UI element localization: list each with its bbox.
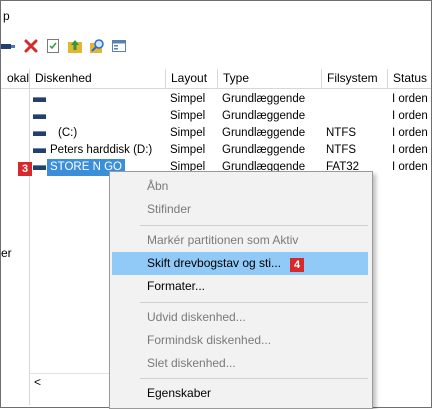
view-icon[interactable] xyxy=(111,38,127,54)
left-panel: okal er xyxy=(1,69,30,405)
menu-separator xyxy=(140,378,368,379)
connect-icon[interactable] xyxy=(1,38,17,54)
disk-icon xyxy=(33,114,46,119)
disk-icon xyxy=(33,148,46,153)
table-row[interactable]: Simpel Grundlæggende I orden xyxy=(30,91,431,108)
toolbar xyxy=(1,35,431,57)
menu-item-label: Markér partitionen som Aktiv xyxy=(147,233,299,247)
cell-status: I orden xyxy=(392,110,428,122)
menu-item-extend[interactable]: Udvid diskenhed... xyxy=(110,306,372,329)
menu-item-label: Skift drevbogstav og sti... xyxy=(147,256,282,270)
rescan-icon[interactable] xyxy=(89,38,105,54)
column-header-filsystem[interactable]: Filsystem xyxy=(322,69,388,88)
menu-item-label: Formater... xyxy=(147,279,206,293)
column-header-status[interactable]: Status xyxy=(388,69,431,88)
cell-type: Grundlæggende xyxy=(222,110,306,122)
cell-status: I orden xyxy=(392,144,428,156)
column-header-type[interactable]: Type xyxy=(218,69,322,88)
column-header-layout[interactable]: Layout xyxy=(166,69,218,88)
column-header-diskenhed[interactable]: Diskenhed xyxy=(30,69,166,88)
context-menu: Åbn Stifinder Markér partitionen som Akt… xyxy=(109,171,373,409)
cell-layout: Simpel xyxy=(170,144,206,156)
table-row[interactable]: Peters harddisk (D:) Simpel Grundlæggend… xyxy=(30,142,431,159)
menu-item-label: Egenskaber xyxy=(147,386,212,400)
cell-status: I orden xyxy=(392,127,428,139)
properties-icon[interactable] xyxy=(45,38,61,54)
menu-separator xyxy=(140,225,368,226)
menu-item-label: Åbn xyxy=(147,179,169,193)
menu-item-label: Slet diskenhed... xyxy=(147,356,236,370)
cell-fs: NTFS xyxy=(326,127,357,139)
menu-item-mark-active[interactable]: Markér partitionen som Aktiv xyxy=(110,229,372,252)
window-frame: p okal er Diskenhed Layout Type Filsyste… xyxy=(0,0,432,409)
menu-item-label: Stifinder xyxy=(147,202,192,216)
help-icon[interactable] xyxy=(67,38,83,54)
menu-fragment[interactable]: p xyxy=(3,9,10,23)
menu-item-change-drive-letter[interactable]: Skift drevbogstav og sti... xyxy=(112,252,368,275)
cell-layout: Simpel xyxy=(170,110,206,122)
menu-item-delete[interactable]: Slet diskenhed... xyxy=(110,352,372,375)
menu-item-label: Formindsk diskenhed... xyxy=(147,333,272,347)
delete-icon[interactable] xyxy=(23,38,39,54)
disk-icon xyxy=(33,165,46,170)
step-badge-4: 4 xyxy=(290,258,304,272)
left-panel-text: er xyxy=(1,246,12,260)
menu-item-format[interactable]: Formater... xyxy=(110,275,372,298)
table-row[interactable]: Simpel Grundlæggende I orden xyxy=(30,108,431,125)
table-header: Diskenhed Layout Type Filsystem Status xyxy=(30,69,431,89)
horizontal-scrollbar[interactable]: < xyxy=(30,373,110,391)
cell-layout: Simpel xyxy=(170,93,206,105)
cell-type: Grundlæggende xyxy=(222,144,306,156)
disk-icon xyxy=(33,131,46,136)
cell-name: Peters harddisk (D:) xyxy=(50,144,153,156)
scroll-left-icon[interactable]: < xyxy=(34,374,41,391)
table-row[interactable]: (C:) Simpel Grundlæggende NTFS I orden xyxy=(30,125,431,142)
menu-separator xyxy=(140,302,368,303)
cell-type: Grundlæggende xyxy=(222,127,306,139)
cell-name: (C:) xyxy=(58,127,78,139)
disk-icon xyxy=(33,97,46,102)
menu-item-properties[interactable]: Egenskaber xyxy=(110,382,372,405)
cell-type: Grundlæggende xyxy=(222,93,306,105)
cell-fs: NTFS xyxy=(326,144,357,156)
menu-item-open[interactable]: Åbn xyxy=(110,175,372,198)
cell-status: I orden xyxy=(392,93,428,105)
menu-item-label: Udvid diskenhed... xyxy=(147,310,246,324)
left-panel-header[interactable]: okal xyxy=(1,69,29,89)
step-badge-3: 3 xyxy=(18,162,32,176)
cell-layout: Simpel xyxy=(170,127,206,139)
menu-item-explorer[interactable]: Stifinder xyxy=(110,198,372,221)
menu-item-shrink[interactable]: Formindsk diskenhed... xyxy=(110,329,372,352)
cell-status: I orden xyxy=(392,161,428,173)
